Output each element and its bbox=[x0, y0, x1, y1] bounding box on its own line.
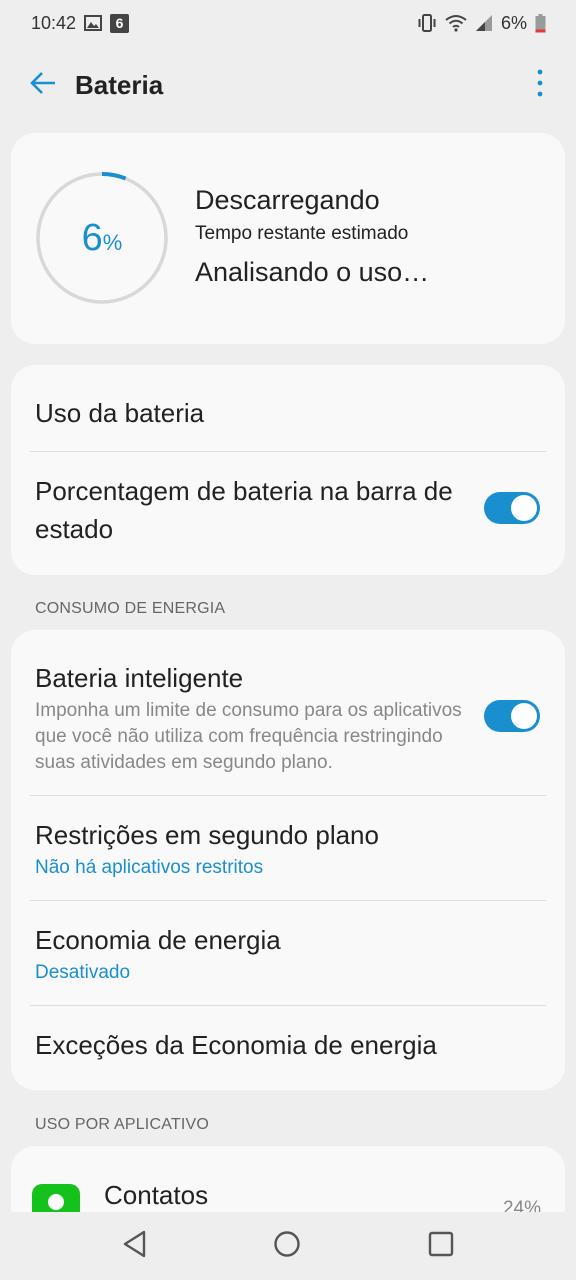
smart-battery-description: Imponha um limite de consumo para os apl… bbox=[35, 700, 462, 773]
app-usage-section-header: USO POR APLICATIVO bbox=[35, 1116, 210, 1133]
navigation-bar bbox=[0, 1212, 576, 1280]
overflow-menu-button[interactable] bbox=[530, 68, 550, 102]
background-restrictions-title[interactable]: Restrições em segundo plano bbox=[35, 816, 379, 854]
battery-usage-card: Uso da bateria Porcentagem de bateria na… bbox=[11, 365, 565, 575]
nav-back-button[interactable] bbox=[119, 1230, 151, 1262]
power-saving-status: Desativado bbox=[35, 962, 131, 983]
battery-usage-item[interactable]: Uso da bateria bbox=[35, 394, 204, 432]
status-time: 10:42 bbox=[31, 12, 77, 33]
battery-percentage-item[interactable]: Porcentagem de bateria na barra de estad… bbox=[35, 472, 475, 548]
vibrate-icon bbox=[417, 14, 437, 32]
image-icon bbox=[84, 15, 103, 31]
divider bbox=[30, 1005, 546, 1006]
battery-level-unit: % bbox=[102, 230, 123, 255]
divider bbox=[30, 795, 546, 796]
time-remaining-value: Analisando o uso… bbox=[195, 257, 430, 287]
back-button[interactable] bbox=[26, 68, 60, 102]
signal-icon bbox=[475, 14, 493, 32]
overflow-menu-icon bbox=[537, 69, 543, 102]
smart-battery-toggle[interactable] bbox=[484, 700, 540, 732]
status-bar: 10:42 6 6% bbox=[0, 0, 576, 46]
battery-level-text: 6 % bbox=[35, 171, 169, 305]
time-remaining-label: Tempo restante estimado bbox=[195, 223, 409, 244]
app-name: Contatos bbox=[104, 1180, 209, 1210]
battery-state: Descarregando bbox=[195, 185, 380, 215]
power-saving-title[interactable]: Economia de energia bbox=[35, 921, 281, 959]
energy-consumption-card: Bateria inteligente Imponha um limite de… bbox=[11, 630, 565, 1090]
status-bar-right: 6% bbox=[417, 13, 546, 34]
status-battery-text: 6% bbox=[500, 12, 527, 33]
notification-badge: 6 bbox=[110, 13, 130, 33]
nav-home-icon bbox=[273, 1230, 301, 1263]
toggle-knob bbox=[511, 703, 537, 729]
background-restrictions-status: Não há aplicativos restritos bbox=[35, 857, 264, 878]
nav-back-icon bbox=[122, 1230, 148, 1263]
energy-section-header: CONSUMO DE ENERGIA bbox=[35, 600, 226, 617]
back-arrow-icon bbox=[29, 71, 57, 100]
battery-level-number: 6 bbox=[81, 216, 103, 259]
nav-recents-icon bbox=[427, 1230, 455, 1263]
nav-home-button[interactable] bbox=[271, 1230, 303, 1262]
smart-battery-title[interactable]: Bateria inteligente bbox=[35, 659, 243, 697]
app-bar: Bateria bbox=[0, 46, 576, 124]
page-title: Bateria bbox=[75, 70, 164, 100]
nav-recents-button[interactable] bbox=[425, 1230, 457, 1262]
battery-percentage-toggle[interactable] bbox=[484, 492, 540, 524]
wifi-icon bbox=[445, 14, 467, 32]
toggle-knob bbox=[511, 495, 537, 521]
divider bbox=[30, 900, 546, 901]
divider bbox=[30, 451, 546, 452]
battery-icon bbox=[535, 13, 546, 33]
status-bar-left: 10:42 6 bbox=[31, 12, 130, 34]
power-saving-exceptions-item[interactable]: Exceções da Economia de energia bbox=[35, 1026, 437, 1064]
battery-status-card: 6 % Descarregando Tempo restante estimad… bbox=[11, 133, 565, 344]
